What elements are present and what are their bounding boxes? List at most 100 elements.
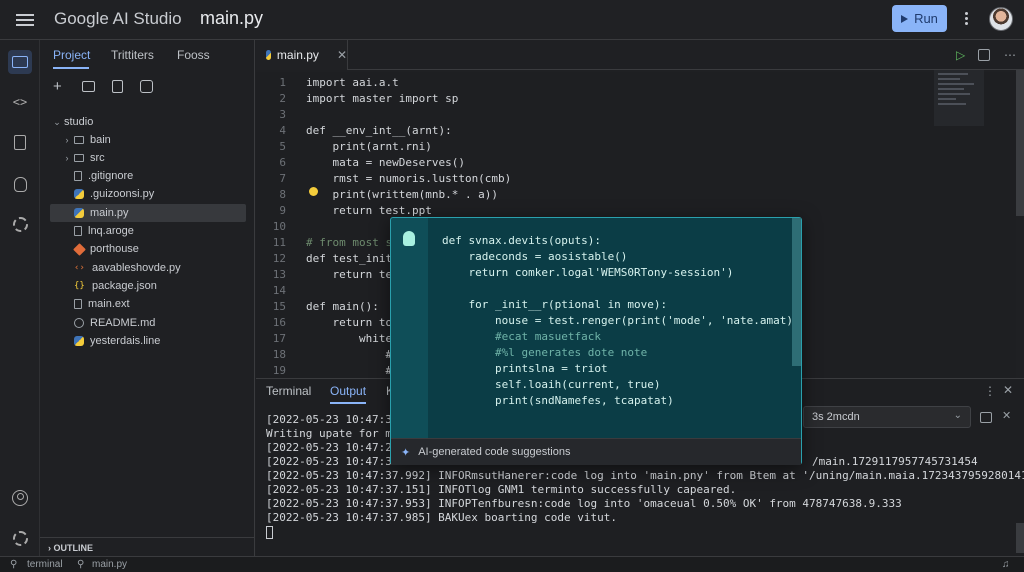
code-line: def test_init_ <box>306 252 399 265</box>
line-number: 11 <box>272 236 286 249</box>
info-icon <box>74 318 84 328</box>
line-number: 1 <box>279 76 286 89</box>
file-title: main.py <box>200 8 264 28</box>
suggestion-line: nouse = test.renger(print('mode', 'nate.… <box>442 314 800 327</box>
suggestion-line: #%l generates dote note <box>442 346 648 359</box>
line-number: 2 <box>279 92 286 105</box>
code-line: print(writtem(mnb.* . a)) <box>306 188 499 201</box>
refresh-icon[interactable] <box>140 80 153 93</box>
account-button[interactable] <box>8 486 32 510</box>
tree-item-label: main.py <box>90 207 129 219</box>
settings-button[interactable] <box>8 526 32 550</box>
terminal-status[interactable]: terminal <box>27 559 63 570</box>
minimap[interactable] <box>934 70 984 126</box>
ai-suggestion-popup[interactable]: def svnax.devits(oputs): radeconds = aos… <box>390 217 802 465</box>
code-button[interactable]: <> <box>8 90 32 114</box>
tree-item-label: README.md <box>90 317 156 329</box>
select-value: 3s 2mcdn <box>812 411 860 423</box>
document-button[interactable] <box>8 130 32 154</box>
more-options-icon[interactable] <box>963 10 969 28</box>
tab-trittiters[interactable]: Trittiters <box>111 48 154 62</box>
run-file-icon[interactable]: ▷ <box>956 48 965 62</box>
code-icon: <> <box>12 95 28 109</box>
top-bar: Google AI Studio main.py Run <box>0 0 1024 40</box>
suggestion-line: print(sndNamefes, tcapatat) <box>442 394 674 407</box>
lightbulb-icon[interactable] <box>309 187 318 196</box>
new-file-icon[interactable]: + <box>53 78 62 95</box>
chevron-down-icon: ⌄ <box>953 410 962 421</box>
ai-footer-label: AI-generated code suggestions <box>418 446 571 458</box>
tree-item-main-ext[interactable]: main.ext <box>50 295 246 313</box>
play-icon <box>901 14 909 23</box>
tree-item-readme[interactable]: README.md <box>50 314 246 332</box>
avatar[interactable] <box>989 7 1013 31</box>
panel-scrollbar[interactable] <box>1016 523 1024 553</box>
file-status[interactable]: main.py <box>92 559 127 570</box>
tree-item-aavableshovde[interactable]: ‹› aavableshovde.py <box>50 259 246 277</box>
extensions-button[interactable] <box>8 212 32 236</box>
tab-terminal[interactable]: Terminal <box>266 384 311 398</box>
tree-item-guizoonsi[interactable]: .guizoonsi.py <box>50 185 246 203</box>
tree-item-gitignore[interactable]: .gitignore <box>50 167 246 185</box>
output-channel-select[interactable]: 3s 2mcdn ⌄ <box>803 406 971 428</box>
file-status-icon: ⚲ <box>77 559 85 570</box>
close-icon[interactable]: ✕ <box>1002 409 1011 422</box>
suggestion-line: self.loaih(current, true) <box>442 378 661 391</box>
tree-item-bain[interactable]: › bain <box>50 131 246 149</box>
tree-item-main-py[interactable]: main.py <box>50 204 246 222</box>
line-number: 15 <box>272 300 286 313</box>
account-icon <box>12 490 28 506</box>
tree-item-lnq-aroge[interactable]: lnq.aroge <box>50 222 246 240</box>
new-folder-icon[interactable] <box>82 81 95 92</box>
debug-button[interactable] <box>8 172 32 196</box>
panel-more-icon[interactable]: ⋮ <box>984 384 996 398</box>
bug-icon <box>13 176 27 192</box>
tab-fooss[interactable]: Fooss <box>177 48 210 62</box>
close-icon[interactable]: ✕ <box>337 48 347 62</box>
line-number: 18 <box>272 348 286 361</box>
run-button[interactable]: Run <box>892 5 947 32</box>
log-line: [2022-05-23 10:47:37. <box>266 413 406 426</box>
tree-item-label: .gitignore <box>88 170 134 182</box>
python-file-icon <box>266 50 271 60</box>
collapse-icon[interactable] <box>112 80 123 93</box>
file-icon <box>74 226 82 236</box>
line-number: 5 <box>279 140 286 153</box>
run-label: Run <box>914 11 938 26</box>
explorer-button[interactable] <box>8 50 32 74</box>
outline-section[interactable]: › OUTLINE <box>40 537 255 556</box>
split-editor-icon[interactable] <box>978 49 990 61</box>
editor-scrollbar[interactable] <box>1016 70 1024 216</box>
tree-item-src[interactable]: › src <box>50 149 246 167</box>
log-line: [2022-05-23 10:47:37.151] INFOTlog GNM1 … <box>266 483 737 496</box>
code-line: import master import sp <box>306 92 459 105</box>
sidebar: Project Trittiters Fooss + ⌄ studio › ba… <box>40 40 255 556</box>
tab-main-py[interactable]: main.py ✕ <box>256 40 348 70</box>
popup-scrollbar[interactable] <box>792 218 801 366</box>
folder-icon <box>74 154 84 162</box>
settings-gear-icon <box>12 530 28 546</box>
tab-project[interactable]: Project <box>53 48 90 62</box>
log-line-tail: /main.1729117957745731454 <box>812 455 978 468</box>
tree-item-label: yesterdais.line <box>90 335 161 347</box>
log-line: [2022-05-23 10:47:37.985] BAKUex boartin… <box>266 511 617 524</box>
log-line: [2022-05-23 10:47:27. <box>266 441 406 454</box>
suggestion-line: return comker.logal'WEMS0RTony-session') <box>442 266 734 279</box>
line-number: 7 <box>279 172 286 185</box>
menu-icon[interactable] <box>16 11 34 29</box>
folder-icon <box>12 56 28 68</box>
panel-close-icon[interactable]: ✕ <box>1003 383 1013 397</box>
tree-item-label: package.json <box>92 280 157 292</box>
bell-icon[interactable]: ♫ <box>1002 559 1010 570</box>
tree-item-label: lnq.aroge <box>88 225 134 237</box>
suggestion-line: def svnax.devits(oputs): <box>442 234 601 247</box>
chevron-right-icon: › <box>65 135 69 145</box>
tab-output[interactable]: Output <box>330 384 366 398</box>
more-actions-icon[interactable]: ⋯ <box>1004 48 1016 62</box>
tree-item-package-json[interactable]: {} package.json <box>50 277 246 295</box>
tree-item-porthouse[interactable]: porthouse <box>50 240 246 258</box>
tree-item-studio[interactable]: ⌄ studio <box>50 113 246 131</box>
tree-item-yesterdais[interactable]: yesterdais.line <box>50 332 246 350</box>
code-line: def main(): <box>306 300 379 313</box>
clear-output-icon[interactable] <box>980 412 992 423</box>
